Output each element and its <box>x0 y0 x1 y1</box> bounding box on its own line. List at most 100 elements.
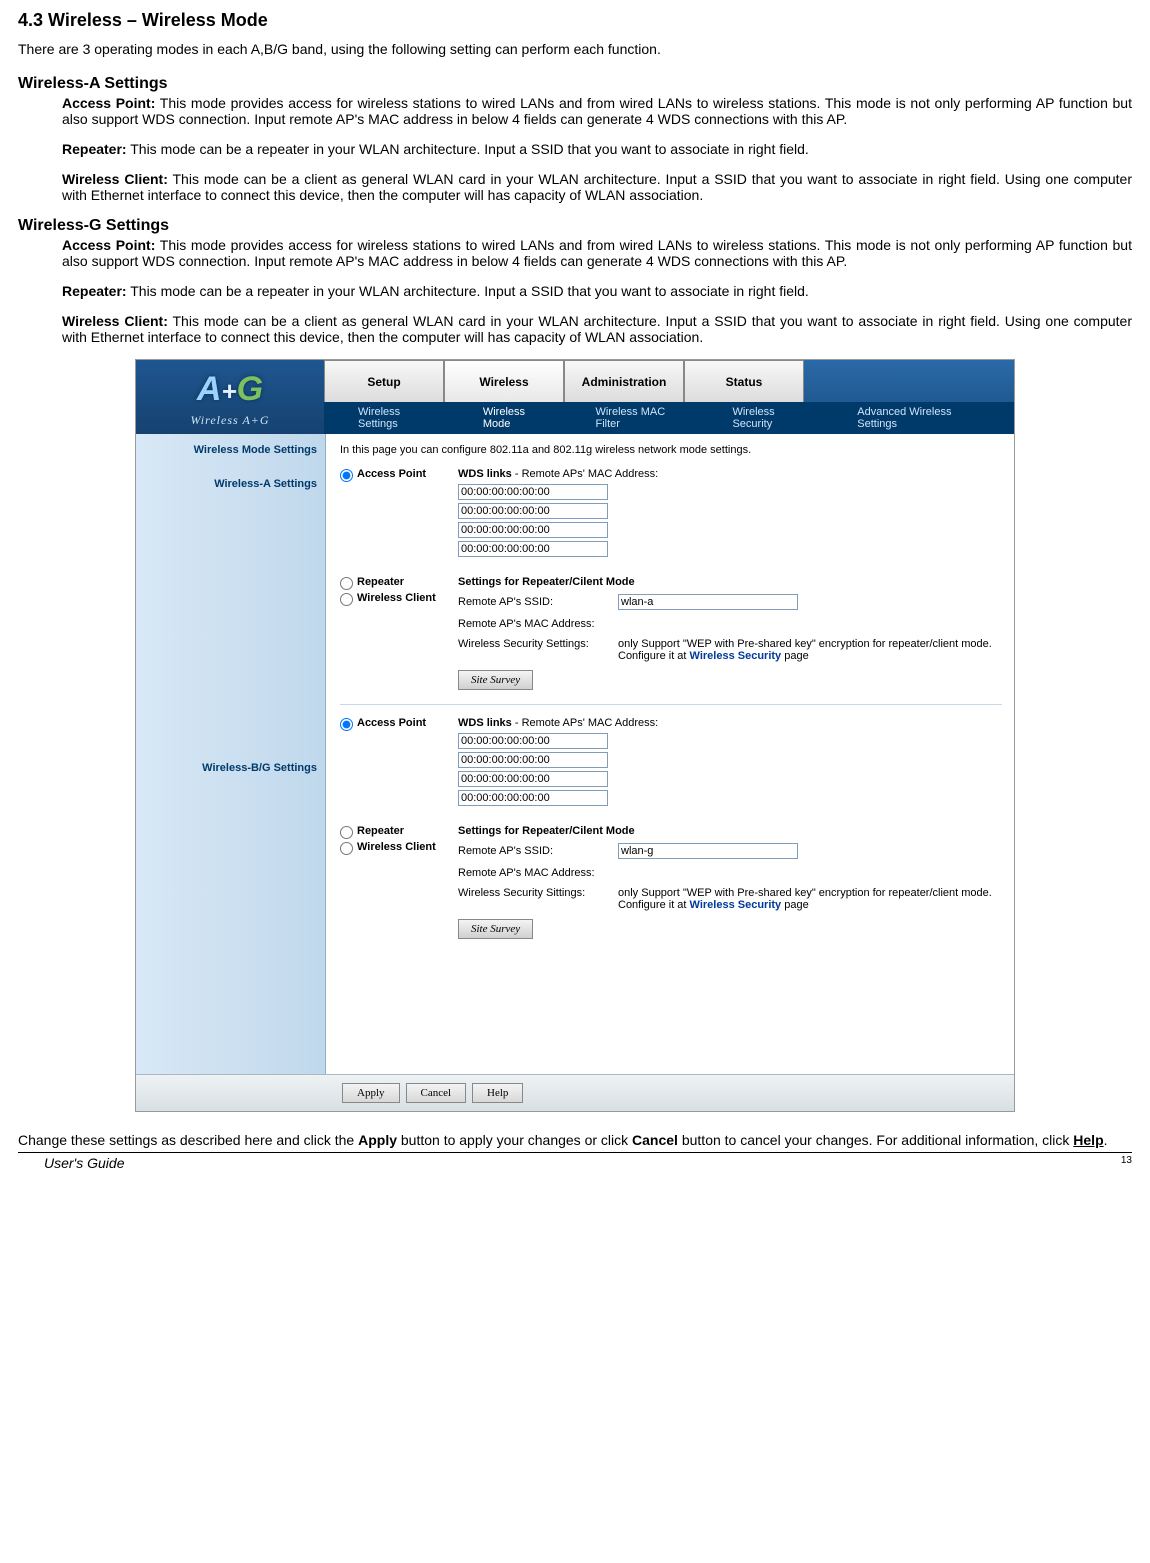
wa-radio-wc-label: Wireless Client <box>357 592 436 604</box>
rep-sec-label2: Wireless Security Sittings: <box>458 887 618 899</box>
rep-sec-note3: page <box>781 899 809 911</box>
wa-radio-client[interactable] <box>340 593 353 606</box>
rep-ssid-label: Remote AP's SSID: <box>458 596 618 608</box>
wc-text: This mode can be a client as general WLA… <box>62 313 1132 345</box>
apply-button[interactable]: Apply <box>342 1083 400 1103</box>
wg-ap-desc: Access Point: This mode provides access … <box>62 237 1132 269</box>
ap-text: This mode provides access for wireless s… <box>62 95 1132 127</box>
wbg-radio-ap-label: Access Point <box>357 717 426 729</box>
wbg-radio-ap[interactable] <box>340 718 353 731</box>
wireless-g-heading: Wireless-G Settings <box>18 217 1132 235</box>
rep-sec-note2: Configure it at <box>618 650 690 662</box>
wa-mac-input-4[interactable] <box>458 541 608 557</box>
footer-cancel: Cancel <box>632 1132 678 1148</box>
wa-mac-input-3[interactable] <box>458 522 608 538</box>
section-title: 4.3 Wireless – Wireless Mode <box>18 10 1132 31</box>
wbg-mac-input-2[interactable] <box>458 752 608 768</box>
footer-dot: . <box>1104 1132 1108 1148</box>
wa-wc-desc: Wireless Client: This mode can be a clie… <box>62 171 1132 203</box>
subtab-advanced[interactable]: Advanced Wireless Settings <box>837 406 1014 430</box>
rep-label: Repeater: <box>62 283 127 299</box>
sub-tabs: Wireless Settings Wireless Mode Wireless… <box>324 402 1014 434</box>
wa-radio-rep-label: Repeater <box>357 576 404 588</box>
wbg-mac-input-4[interactable] <box>458 790 608 806</box>
wc-text: This mode can be a client as general WLA… <box>62 171 1132 203</box>
subtab-mac-filter[interactable]: Wireless MAC Filter <box>575 406 712 430</box>
footer-apply: Apply <box>358 1132 397 1148</box>
wbg-mac-input-3[interactable] <box>458 771 608 787</box>
wg-wc-desc: Wireless Client: This mode can be a clie… <box>62 313 1132 345</box>
tab-wireless[interactable]: Wireless <box>444 360 564 402</box>
wbg-radio-wc-label: Wireless Client <box>357 841 436 853</box>
main-tabs: Setup Wireless Administration Status <box>324 360 1014 402</box>
wds-links-sub: - Remote APs' MAC Address: <box>512 717 658 729</box>
wireless-bg-group: Access Point WDS links - Remote APs' MAC… <box>340 717 1002 939</box>
wbg-site-survey-button[interactable]: Site Survey <box>458 919 533 939</box>
ap-label: Access Point: <box>62 237 155 253</box>
wc-label: Wireless Client: <box>62 313 168 329</box>
rep-mac-label: Remote AP's MAC Address: <box>458 618 618 630</box>
wds-links-label: WDS links <box>458 717 512 729</box>
wireless-security-link[interactable]: Wireless Security <box>690 899 782 911</box>
subtab-wireless-settings[interactable]: Wireless Settings <box>324 406 463 430</box>
sidebar-mode-settings: Wireless Mode Settings <box>136 444 325 456</box>
rep-sec-note3: page <box>781 650 809 662</box>
panel-intro: In this page you can configure 802.11a a… <box>340 444 1002 456</box>
rep-sec-note1: only Support "WEP with Pre-shared key" e… <box>618 887 992 899</box>
wbg-radio-rep-label: Repeater <box>357 825 404 837</box>
intro-paragraph: There are 3 operating modes in each A,B/… <box>18 41 1132 57</box>
wg-rep-desc: Repeater: This mode can be a repeater in… <box>62 283 1132 299</box>
footer-instruction: Change these settings as described here … <box>18 1132 1132 1148</box>
sidebar: Wireless Mode Settings Wireless-A Settin… <box>136 434 326 1074</box>
footer-mid2: button to cancel your changes. For addit… <box>678 1132 1073 1148</box>
tab-status[interactable]: Status <box>684 360 804 402</box>
wbg-radio-repeater[interactable] <box>340 826 353 839</box>
rep-sec-note1: only Support "WEP with Pre-shared key" e… <box>618 638 992 650</box>
ap-label: Access Point: <box>62 95 155 111</box>
wa-radio-ap[interactable] <box>340 469 353 482</box>
ap-text: This mode provides access for wireless s… <box>62 237 1132 269</box>
footer-help: Help <box>1073 1132 1103 1148</box>
wa-rep-desc: Repeater: This mode can be a repeater in… <box>62 141 1132 157</box>
wa-mac-input-2[interactable] <box>458 503 608 519</box>
logo-subtitle: Wireless A+G <box>190 413 269 428</box>
footer-mid: button to apply your changes or click <box>397 1132 632 1148</box>
wbg-ssid-input[interactable] <box>618 843 798 859</box>
logo-panel: A+G Wireless A+G <box>136 360 324 434</box>
logo-ag-text: A+G <box>197 370 263 409</box>
rep-sec-label: Wireless Security Settings: <box>458 638 618 650</box>
subtab-wireless-mode[interactable]: Wireless Mode <box>463 406 576 430</box>
rep-mac-label: Remote AP's MAC Address: <box>458 867 618 879</box>
tab-setup[interactable]: Setup <box>324 360 444 402</box>
wa-ssid-input[interactable] <box>618 594 798 610</box>
users-guide-label: User's Guide <box>44 1155 124 1171</box>
rep-ssid-label: Remote AP's SSID: <box>458 845 618 857</box>
wa-ap-desc: Access Point: This mode provides access … <box>62 95 1132 127</box>
page-number: 13 <box>1121 1155 1132 1171</box>
tab-administration[interactable]: Administration <box>564 360 684 402</box>
rep-header: Settings for Repeater/Cilent Mode <box>458 825 992 837</box>
wds-links-sub: - Remote APs' MAC Address: <box>512 468 658 480</box>
divider <box>340 704 1002 705</box>
button-bar: Apply Cancel Help <box>136 1074 1014 1111</box>
wa-mac-input-1[interactable] <box>458 484 608 500</box>
wa-site-survey-button[interactable]: Site Survey <box>458 670 533 690</box>
router-admin-screenshot: A+G Wireless A+G Setup Wireless Administ… <box>135 359 1015 1112</box>
wireless-security-link[interactable]: Wireless Security <box>690 650 782 662</box>
sidebar-wireless-a: Wireless-A Settings <box>136 478 325 490</box>
subtab-wireless-security[interactable]: Wireless Security <box>712 406 837 430</box>
footer-pre: Change these settings as described here … <box>18 1132 358 1148</box>
wa-radio-ap-label: Access Point <box>357 468 426 480</box>
wireless-a-heading: Wireless-A Settings <box>18 75 1132 93</box>
help-button[interactable]: Help <box>472 1083 523 1103</box>
wbg-radio-client[interactable] <box>340 842 353 855</box>
cancel-button[interactable]: Cancel <box>406 1083 467 1103</box>
wireless-a-group: Access Point WDS links - Remote APs' MAC… <box>340 468 1002 690</box>
wbg-mac-input-1[interactable] <box>458 733 608 749</box>
rep-sec-note2: Configure it at <box>618 899 690 911</box>
wa-radio-repeater[interactable] <box>340 577 353 590</box>
rep-header: Settings for Repeater/Cilent Mode <box>458 576 992 588</box>
rep-label: Repeater: <box>62 141 127 157</box>
rep-text: This mode can be a repeater in your WLAN… <box>127 141 809 157</box>
page-footer: User's Guide 13 <box>18 1152 1132 1171</box>
